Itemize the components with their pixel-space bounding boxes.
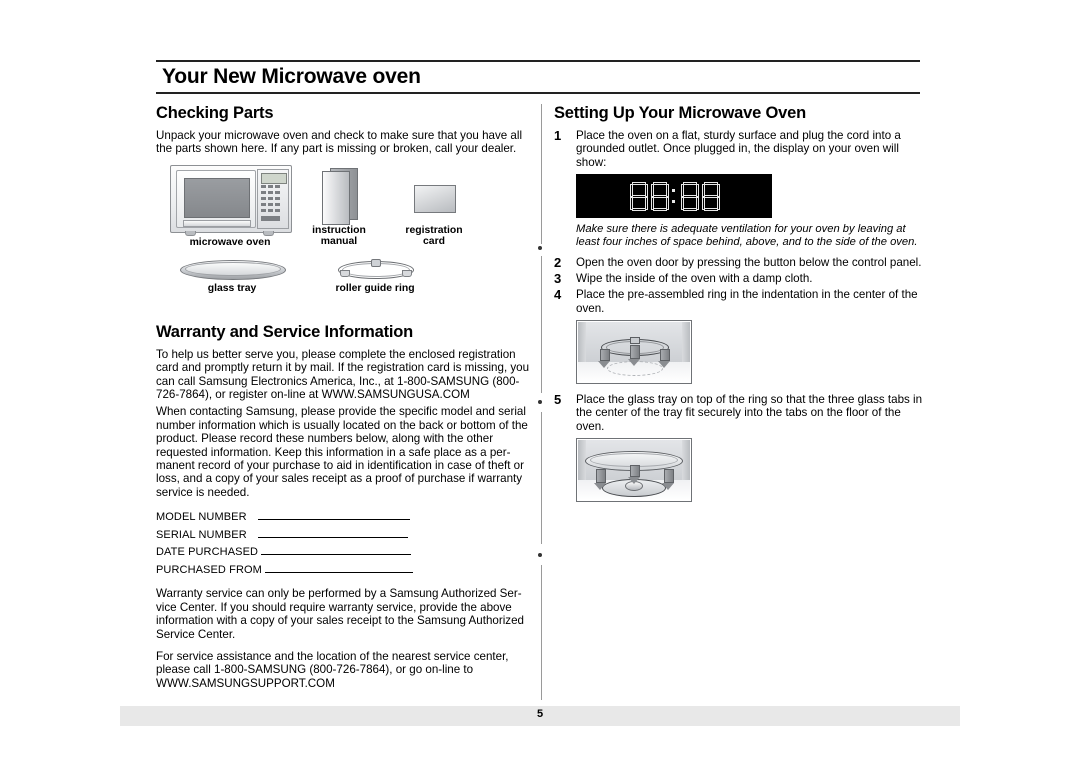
oven-display-panel: [576, 174, 772, 219]
step-text: Place the pre-assembled ring in the inde…: [576, 288, 918, 315]
warranty-heading: Warranty and Service Information: [156, 322, 414, 341]
field-model-number: MODEL NUMBER: [156, 508, 531, 526]
caption-registration-card: registration card: [405, 224, 463, 248]
manual-front-cover: [322, 170, 350, 225]
down-arrow-icon: [628, 465, 640, 485]
page-title: Your New Microwave oven: [162, 65, 421, 88]
warranty-paragraph-2: When contacting Samsung, please provide …: [156, 405, 528, 499]
setup-step-3: 3 Wipe the inside of the oven with a dam…: [554, 272, 924, 286]
right-column: Setting Up Your Microwave Oven 1 Place t…: [554, 104, 924, 503]
oven-display: [261, 172, 287, 184]
tray-surface: [185, 261, 281, 276]
field-date-purchased: DATE PURCHASED: [156, 543, 531, 561]
down-arrow-icon: [658, 349, 670, 369]
setup-step-5: 5 Place the glass tray on top of the rin…: [554, 392, 924, 433]
checking-parts-intro: Unpack your microwave oven and check to …: [156, 129, 523, 156]
colon-separator: [671, 182, 677, 210]
warranty-paragraph-1: To help us better serve you, please comp…: [156, 347, 530, 402]
binding-dot: [538, 246, 542, 250]
step-text: Wipe the inside of the oven with a damp …: [576, 272, 813, 286]
binding-dot: [538, 553, 542, 557]
title-rule-bottom: [156, 92, 920, 94]
instruction-manual-illustration: [322, 167, 358, 225]
field-serial-number: SERIAL NUMBER: [156, 526, 531, 544]
caption-instruction-manual: instruction manual: [312, 224, 366, 248]
left-column: Checking Parts Unpack your microwave ove…: [156, 104, 531, 699]
field-blank-line[interactable]: [257, 526, 408, 538]
field-label: MODEL NUMBER: [156, 511, 247, 524]
column-divider-segment: [541, 104, 542, 244]
caption-microwave-oven: microwave oven: [189, 236, 271, 248]
caption-glass-tray: glass tray: [207, 282, 257, 294]
step-text: Open the oven door by pressing the butto…: [576, 256, 922, 270]
caption-roller-guide-ring: roller guide ring: [335, 282, 415, 294]
glass-tray-illustration: [180, 259, 286, 280]
page-number: 5: [536, 708, 544, 720]
oven-window: [184, 177, 250, 218]
registration-card-illustration: [414, 184, 456, 213]
oven-foot: [263, 230, 274, 236]
field-purchased-from: PURCHASED FROM: [156, 561, 531, 579]
setup-step-4: 4 Place the pre-assembled ring in the in…: [554, 288, 924, 315]
column-divider-segment: [541, 412, 542, 544]
title-rule-top: [156, 60, 920, 62]
field-blank-line[interactable]: [257, 508, 410, 521]
digit-8: [680, 182, 699, 212]
field-label: DATE PURCHASED: [156, 546, 259, 559]
warranty-paragraph-4: For service assistance and the location …: [156, 649, 509, 690]
oven-foot: [185, 230, 196, 236]
oven-interior-ring-illustration: [576, 320, 692, 385]
oven-interior-tray-illustration: [576, 438, 692, 503]
down-arrow-icon: [662, 469, 674, 491]
parts-figure: microwave oven instruction manual regist…: [156, 164, 531, 315]
setup-step-1: 1 Place the oven on a flat, sturdy surfa…: [554, 128, 924, 169]
setting-up-heading: Setting Up Your Microwave Oven: [554, 104, 806, 122]
down-arrow-icon: [628, 345, 640, 367]
down-arrow-icon: [594, 469, 606, 491]
field-blank-line[interactable]: [264, 561, 413, 573]
field-blank-line[interactable]: [261, 543, 412, 556]
oven-control-panel: [257, 168, 289, 229]
column-divider-segment: [541, 565, 542, 700]
ventilation-note: Make sure there is adequate ventilation …: [576, 223, 918, 249]
oven-handle: [183, 219, 251, 227]
ring-hub: [371, 258, 381, 267]
ring-wheel: [402, 269, 412, 277]
digit-8: [650, 182, 669, 212]
step-number: 4: [554, 287, 562, 303]
document-page: Your New Microwave oven Checking Parts U…: [0, 0, 1080, 763]
roller-guide-ring-illustration: [338, 258, 414, 279]
warranty-paragraph-3: Warranty service can only be performed b…: [156, 587, 524, 641]
down-arrow-icon: [598, 349, 610, 369]
digit-8: [701, 182, 720, 212]
step-number: 3: [554, 271, 562, 287]
step-number: 1: [554, 128, 562, 143]
step-text: Place the oven on a flat, sturdy surface…: [576, 129, 901, 169]
ring-wheel: [340, 269, 350, 277]
checking-parts-heading: Checking Parts: [156, 104, 274, 122]
seven-segment-display: [629, 182, 720, 212]
column-divider-segment: [541, 256, 542, 393]
step-number: 2: [554, 255, 562, 271]
oven-keypad: [261, 184, 285, 225]
digit-8: [629, 182, 648, 212]
field-label: PURCHASED FROM: [156, 563, 262, 576]
setup-step-2: 2 Open the oven door by pressing the but…: [554, 256, 924, 270]
warranty-record-fields: MODEL NUMBER SERIAL NUMBER DATE PURCHASE…: [156, 508, 531, 578]
step-number: 5: [554, 392, 562, 408]
oven-door: [176, 169, 256, 228]
microwave-oven-illustration: [170, 164, 292, 236]
field-label: SERIAL NUMBER: [156, 528, 247, 541]
binding-dot: [538, 400, 542, 404]
step-text: Place the glass tray on top of the ring …: [576, 393, 923, 433]
